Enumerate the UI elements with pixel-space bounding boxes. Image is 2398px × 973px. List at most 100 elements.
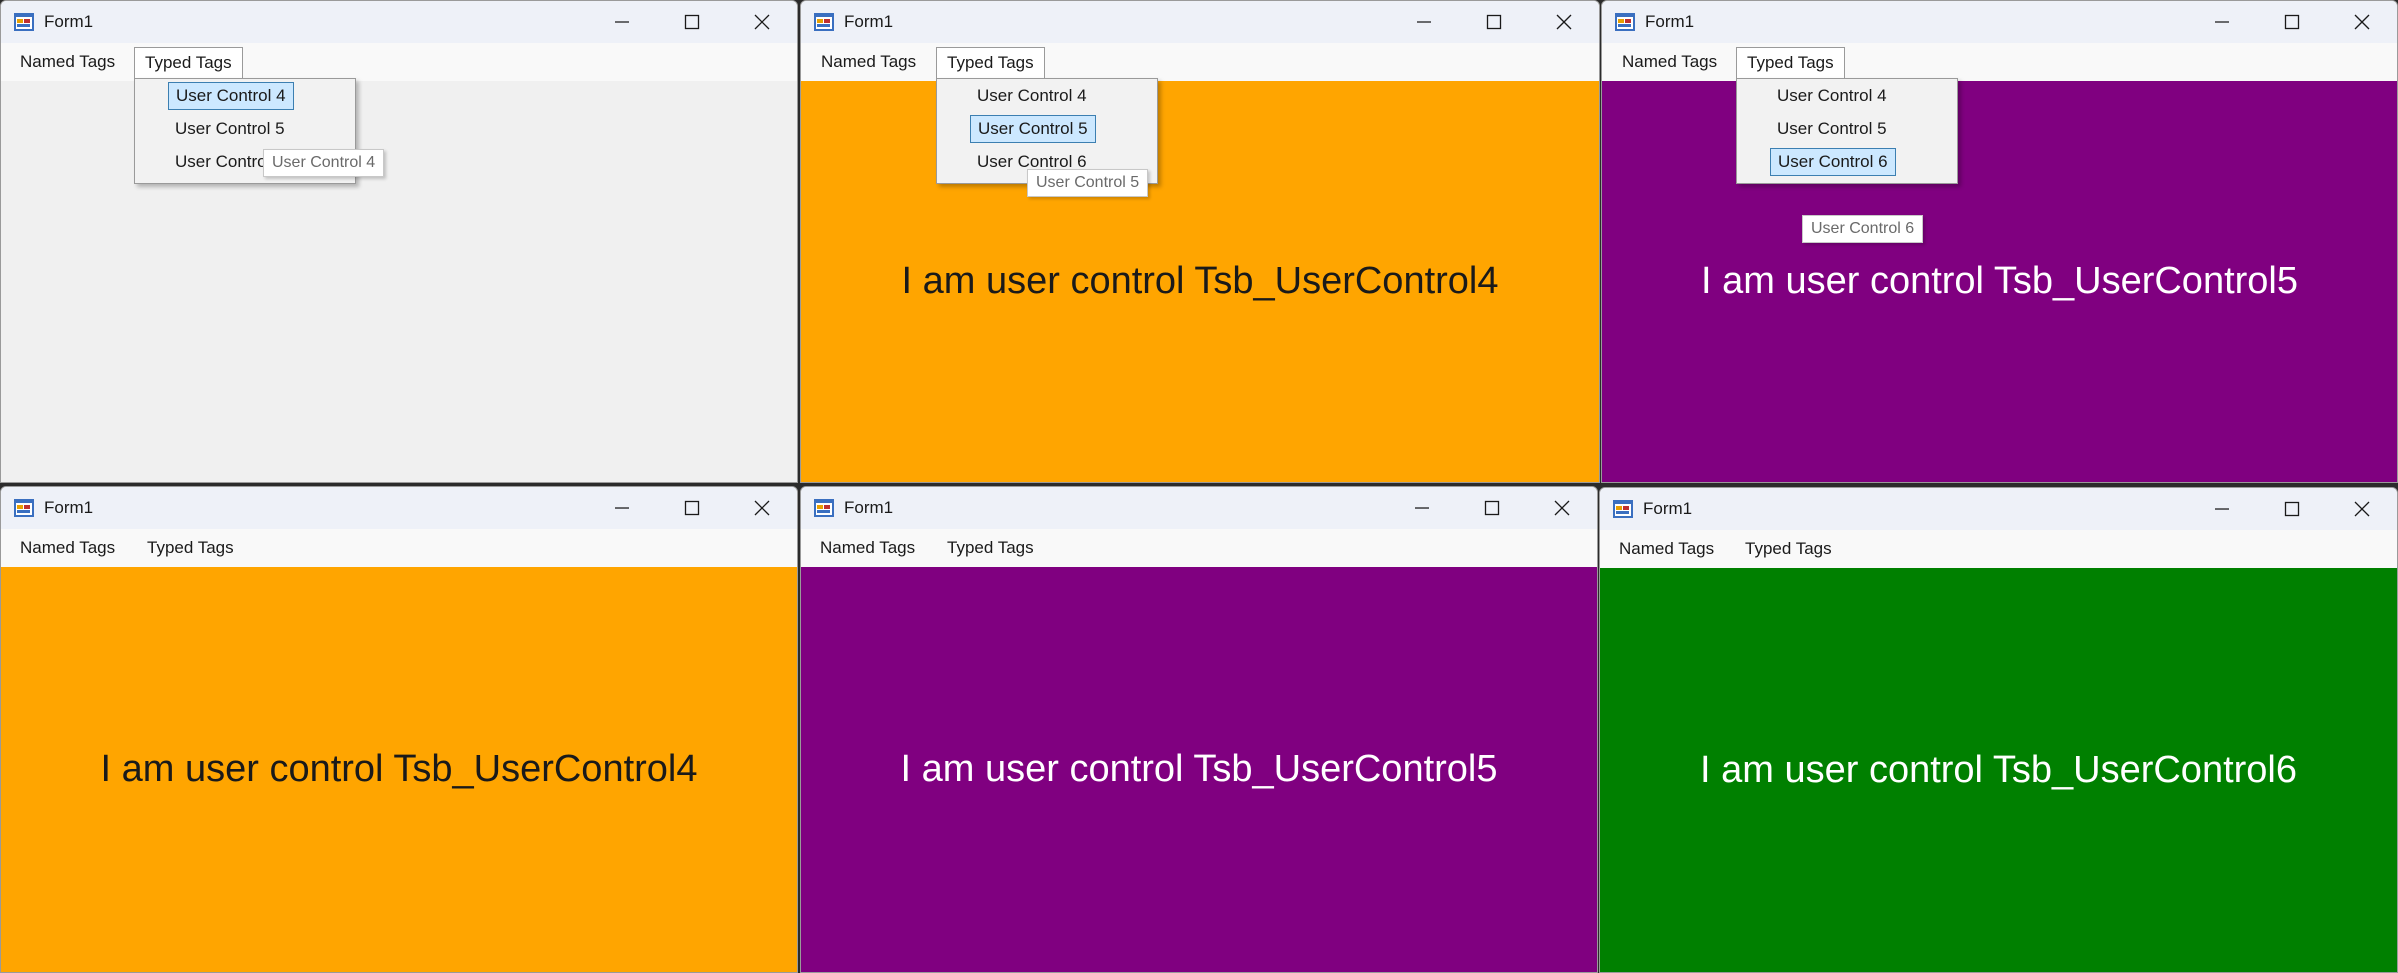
window-title: Form1 xyxy=(1645,12,1695,31)
title-bar[interactable]: Form1 xyxy=(1600,488,2397,530)
content-panel: I am user control Tsb_UserControl6 xyxy=(1600,568,2397,972)
window-title: Form1 xyxy=(44,498,94,517)
menu-named-tags[interactable]: Named Tags xyxy=(810,534,925,562)
content-label xyxy=(1,81,797,482)
content-panel xyxy=(1,81,797,482)
menu-typed-tags[interactable]: Typed Tags xyxy=(936,47,1045,81)
title-bar[interactable]: Form1 xyxy=(1,487,797,529)
content-panel: I am user control Tsb_UserControl4 xyxy=(801,81,1599,482)
close-icon xyxy=(754,500,770,516)
close-button[interactable] xyxy=(2327,1,2397,43)
maximize-icon xyxy=(2284,14,2300,30)
minimize-button[interactable] xyxy=(587,1,657,43)
title-bar[interactable]: Form1 xyxy=(1,1,797,43)
minimize-button[interactable] xyxy=(1389,1,1459,43)
content-label: I am user control Tsb_UserControl4 xyxy=(901,260,1499,302)
content-panel: I am user control Tsb_UserControl4 xyxy=(1,567,797,972)
menu-named-tags[interactable]: Named Tags xyxy=(10,534,125,562)
dropdown-item-user-control-4[interactable]: User Control 4 xyxy=(970,82,1094,110)
form-app-icon xyxy=(1613,500,1633,518)
content-panel: I am user control Tsb_UserControl5 xyxy=(1602,81,2397,482)
menu-named-tags[interactable]: Named Tags xyxy=(1609,535,1724,563)
maximize-button[interactable] xyxy=(2257,488,2327,530)
form1-window: Form1 Named Tags Typed Tags I am user co… xyxy=(800,486,1598,973)
form1-window: Form1 Named Tags Typed Tags I am user co… xyxy=(800,0,1600,483)
menu-typed-tags[interactable]: Typed Tags xyxy=(937,534,1044,562)
maximize-icon xyxy=(684,14,700,30)
close-button[interactable] xyxy=(727,1,797,43)
menu-bar: Named Tags Typed Tags xyxy=(801,529,1597,567)
content-label: I am user control Tsb_UserControl5 xyxy=(1701,260,2298,302)
minimize-button[interactable] xyxy=(587,487,657,529)
minimize-button[interactable] xyxy=(2187,1,2257,43)
minimize-icon xyxy=(2215,508,2229,510)
tooltip: User Control 4 xyxy=(263,149,385,177)
maximize-button[interactable] xyxy=(657,487,727,529)
tooltip: User Control 6 xyxy=(1802,215,1924,243)
minimize-icon xyxy=(615,21,629,23)
window-title: Form1 xyxy=(1643,499,1693,518)
close-button[interactable] xyxy=(727,487,797,529)
close-icon xyxy=(1556,14,1572,30)
minimize-button[interactable] xyxy=(1387,487,1457,529)
maximize-button[interactable] xyxy=(657,1,727,43)
form-app-icon xyxy=(814,13,834,31)
title-bar[interactable]: Form1 xyxy=(801,1,1599,43)
menu-typed-tags[interactable]: Typed Tags xyxy=(137,534,244,562)
form1-window: Form1 Named Tags Typed Tags I am user co… xyxy=(1599,487,2398,973)
form-app-icon xyxy=(1615,13,1635,31)
title-bar[interactable]: Form1 xyxy=(1602,1,2397,43)
minimize-icon xyxy=(1417,21,1431,23)
form1-window: Form1 Named Tags Typed Tags I am user co… xyxy=(1601,0,2398,483)
menu-bar: Named Tags Typed Tags xyxy=(1600,530,2397,568)
menu-typed-tags[interactable]: Typed Tags xyxy=(1736,47,1845,81)
dropdown-item-user-control-4[interactable]: User Control 4 xyxy=(168,82,294,110)
form-app-icon xyxy=(14,499,34,517)
maximize-button[interactable] xyxy=(2257,1,2327,43)
minimize-icon xyxy=(615,507,629,509)
close-icon xyxy=(2354,14,2370,30)
window-title: Form1 xyxy=(844,498,894,517)
menu-bar: Named Tags Typed Tags xyxy=(1602,43,2397,81)
menu-bar: Named Tags Typed Tags xyxy=(801,43,1599,81)
maximize-icon xyxy=(1486,14,1502,30)
form1-window: Form1 Named Tags Typed Tags User Control… xyxy=(0,0,798,483)
menu-bar: Named Tags Typed Tags xyxy=(1,529,797,567)
window-title: Form1 xyxy=(844,12,894,31)
content-panel: I am user control Tsb_UserControl5 xyxy=(801,567,1597,972)
menu-named-tags[interactable]: Named Tags xyxy=(10,48,125,76)
dropdown-item-user-control-6[interactable]: User Control 6 xyxy=(1770,148,1896,176)
menu-typed-tags[interactable]: Typed Tags xyxy=(1735,535,1842,563)
close-icon xyxy=(754,14,770,30)
minimize-icon xyxy=(2215,21,2229,23)
maximize-button[interactable] xyxy=(1457,487,1527,529)
minimize-icon xyxy=(1415,507,1429,509)
maximize-icon xyxy=(1484,500,1500,516)
form1-window: Form1 Named Tags Typed Tags I am user co… xyxy=(0,486,798,973)
form-app-icon xyxy=(14,13,34,31)
dropdown-item-user-control-5[interactable]: User Control 5 xyxy=(1770,115,1894,143)
window-title: Form1 xyxy=(44,12,94,31)
dropdown-item-user-control-5[interactable]: User Control 5 xyxy=(168,115,292,143)
content-label: I am user control Tsb_UserControl5 xyxy=(900,748,1498,790)
maximize-icon xyxy=(684,500,700,516)
minimize-button[interactable] xyxy=(2187,488,2257,530)
tooltip: User Control 5 xyxy=(1027,169,1149,197)
content-label: I am user control Tsb_UserControl4 xyxy=(100,748,698,790)
typed-tags-dropdown: User Control 4 User Control 5 User Contr… xyxy=(1736,78,1958,184)
close-icon xyxy=(2354,501,2370,517)
content-label: I am user control Tsb_UserControl6 xyxy=(1700,748,2297,791)
dropdown-item-user-control-4[interactable]: User Control 4 xyxy=(1770,82,1894,110)
menu-named-tags[interactable]: Named Tags xyxy=(811,48,926,76)
maximize-button[interactable] xyxy=(1459,1,1529,43)
close-button[interactable] xyxy=(2327,488,2397,530)
form-app-icon xyxy=(814,499,834,517)
close-button[interactable] xyxy=(1527,487,1597,529)
menu-named-tags[interactable]: Named Tags xyxy=(1612,48,1727,76)
close-icon xyxy=(1554,500,1570,516)
title-bar[interactable]: Form1 xyxy=(801,487,1597,529)
dropdown-item-user-control-5[interactable]: User Control 5 xyxy=(970,115,1096,143)
menu-typed-tags[interactable]: Typed Tags xyxy=(134,47,243,81)
maximize-icon xyxy=(2284,501,2300,517)
close-button[interactable] xyxy=(1529,1,1599,43)
